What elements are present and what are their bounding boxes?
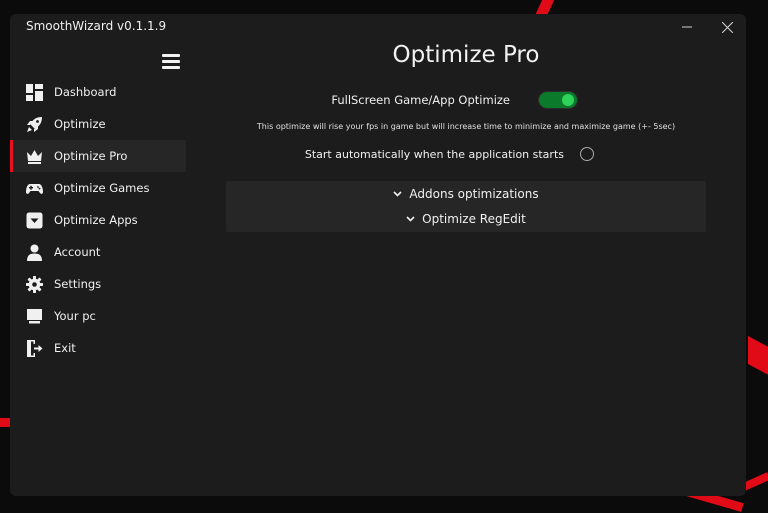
- sidebar-item-label: Optimize Games: [54, 181, 150, 195]
- gear-icon: [26, 276, 43, 293]
- expander-label: Optimize RegEdit: [422, 212, 526, 226]
- expander-optimize-regedit[interactable]: Optimize RegEdit: [226, 207, 706, 231]
- sidebar-item-optimize[interactable]: Optimize: [10, 108, 186, 140]
- sidebar-item-account[interactable]: Account: [10, 236, 186, 268]
- sidebar-item-your-pc[interactable]: Your pc: [10, 300, 186, 332]
- sidebar-item-label: Optimize Pro: [54, 149, 128, 163]
- fullscreen-optimize-toggle[interactable]: [538, 91, 578, 109]
- chevron-down-icon: [393, 191, 402, 197]
- auto-start-radio[interactable]: [580, 147, 594, 161]
- dropdown-box-icon: [26, 212, 43, 229]
- minimize-button[interactable]: [672, 16, 702, 38]
- fullscreen-optimize-row: FullScreen Game/App Optimize: [196, 90, 736, 112]
- monitor-icon: [26, 308, 43, 325]
- sidebar-item-label: Settings: [54, 277, 102, 291]
- sidebar-item-label: Account: [54, 245, 101, 259]
- app-window: SmoothWizard v0.1.1.9 Dashboard Optimize: [10, 14, 746, 496]
- sidebar-item-label: Exit: [54, 341, 76, 355]
- sidebar-item-dashboard[interactable]: Dashboard: [10, 76, 186, 108]
- expander-label: Addons optimizations: [409, 187, 539, 201]
- rocket-icon: [26, 116, 43, 133]
- toggle-knob: [562, 94, 574, 106]
- auto-start-label: Start automatically when the application…: [304, 148, 564, 161]
- app-title: SmoothWizard v0.1.1.9: [26, 19, 167, 33]
- close-icon: [721, 21, 733, 33]
- sidebar-item-optimize-apps[interactable]: Optimize Apps: [10, 204, 186, 236]
- expander-addons-optimizations[interactable]: Addons optimizations: [226, 182, 706, 206]
- sidebar-item-label: Dashboard: [54, 85, 117, 99]
- expander-panel: Addons optimizations Optimize RegEdit: [226, 181, 706, 232]
- page-title: Optimize Pro: [392, 42, 540, 68]
- sidebar-item-settings[interactable]: Settings: [10, 268, 186, 300]
- close-button[interactable]: [712, 16, 742, 38]
- title-bar: SmoothWizard v0.1.1.9: [10, 14, 746, 40]
- exit-icon: [26, 340, 43, 357]
- fullscreen-optimize-description: This optimize will rise your fps in game…: [256, 122, 676, 131]
- sidebar: Dashboard Optimize Optimize Pro Optimize…: [10, 76, 186, 364]
- fullscreen-optimize-label: FullScreen Game/App Optimize: [331, 93, 510, 107]
- sidebar-item-exit[interactable]: Exit: [10, 332, 186, 364]
- gamepad-icon: [26, 180, 43, 197]
- crown-icon: [26, 148, 43, 165]
- sidebar-item-label: Your pc: [54, 309, 96, 323]
- dashboard-icon: [26, 84, 43, 101]
- minimize-icon: [682, 26, 692, 28]
- sidebar-item-optimize-pro[interactable]: Optimize Pro: [10, 140, 186, 172]
- sidebar-item-label: Optimize Apps: [54, 213, 138, 227]
- background-stripe: [748, 336, 768, 380]
- person-icon: [26, 244, 43, 261]
- chevron-down-icon: [406, 216, 415, 222]
- auto-start-row: Start automatically when the application…: [196, 145, 736, 165]
- sidebar-item-label: Optimize: [54, 117, 106, 131]
- sidebar-item-optimize-games[interactable]: Optimize Games: [10, 172, 186, 204]
